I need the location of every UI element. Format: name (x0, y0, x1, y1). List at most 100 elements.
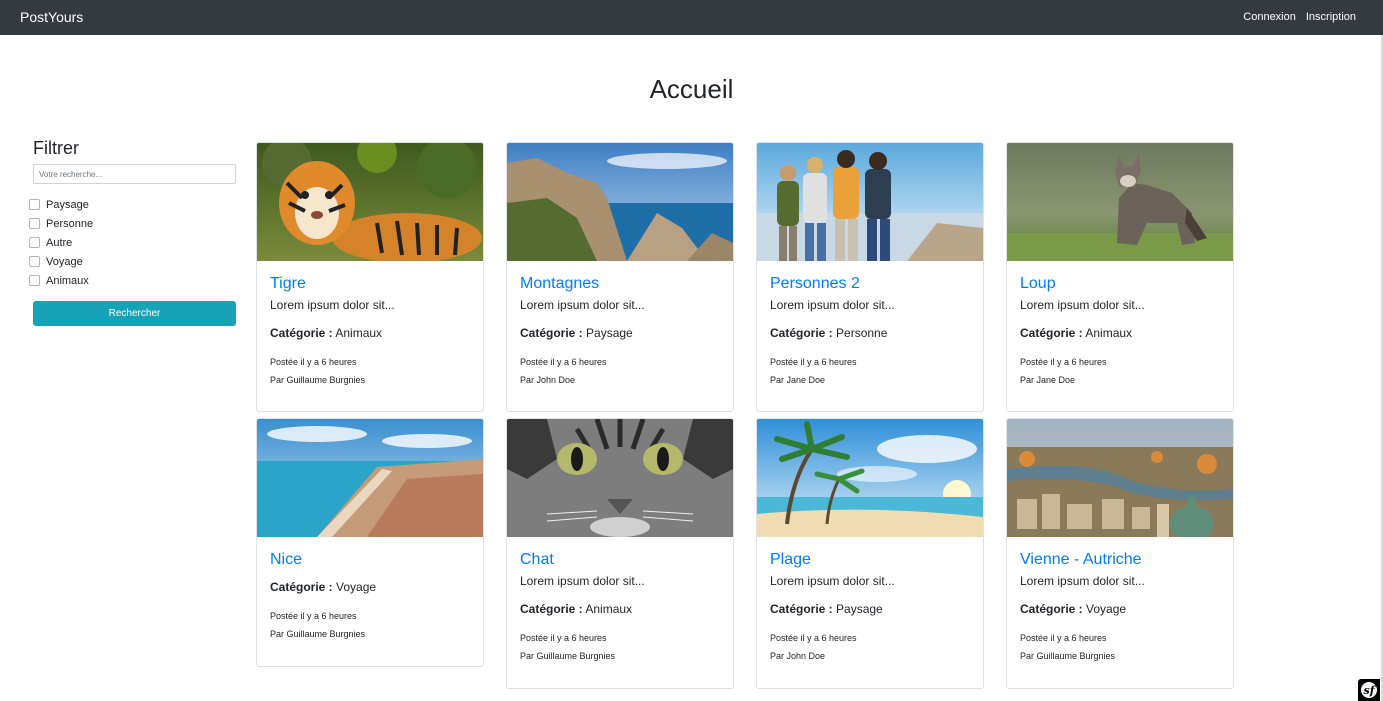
post-title-link[interactable]: Nice (270, 549, 470, 571)
post-date: Postée il y a 6 heures (520, 357, 607, 367)
category-value: Animaux (585, 602, 633, 616)
post-card-plage[interactable]: Plage Lorem ipsum dolor sit... Catégorie… (756, 418, 984, 689)
checkbox-autre[interactable]: Autre (29, 233, 236, 252)
post-card-loup[interactable]: Loup Lorem ipsum dolor sit... Catégorie … (1006, 142, 1234, 412)
post-title-link[interactable]: Vienne - Autriche (1020, 549, 1220, 571)
post-meta: Postée il y a 6 heures Par Guillaume Burg… (1020, 629, 1220, 665)
card-body: Chat Lorem ipsum dolor sit... Catégorie … (507, 537, 733, 665)
post-excerpt: Lorem ipsum dolor sit... (270, 298, 395, 312)
post-excerpt: Lorem ipsum dolor sit... (520, 298, 645, 312)
top-navbar: PostYours Connexion Inscription (0, 0, 1383, 35)
signup-link[interactable]: Inscription (1306, 11, 1356, 23)
search-button[interactable]: Rechercher (33, 301, 236, 326)
post-card-chat[interactable]: Chat Lorem ipsum dolor sit... Catégorie … (506, 418, 734, 689)
post-date: Postée il y a 6 heures (770, 357, 857, 367)
symfony-logo-icon[interactable]: sf (1358, 679, 1380, 701)
category-prefix: Catégorie : (520, 602, 583, 616)
post-date: Postée il y a 6 heures (270, 611, 357, 621)
post-title-link[interactable]: Chat (520, 549, 720, 571)
category-prefix: Catégorie : (520, 326, 583, 340)
post-author: Par John Doe (770, 651, 826, 661)
post-card-tigre[interactable]: Tigre Lorem ipsum dolor sit... Catégorie… (256, 142, 484, 412)
category-prefix: Catégorie : (770, 326, 833, 340)
vienna-city-photo[interactable] (1007, 419, 1233, 537)
card-body: Personnes 2 Lorem ipsum dolor sit... Cat… (757, 261, 983, 389)
symfony-glyph: sf (1361, 682, 1377, 698)
post-meta: Postée il y a 6 heures Par Guillaume Burg… (270, 353, 470, 389)
hikers-photo[interactable] (757, 143, 983, 261)
card-body: Vienne - Autriche Lorem ipsum dolor sit.… (1007, 537, 1233, 665)
post-author: Par Guillaume Burgnies (520, 651, 616, 661)
post-meta: Postée il y a 6 heures Par Guillaume Burg… (270, 607, 470, 643)
category-prefix: Catégorie : (1020, 602, 1083, 616)
post-category: Catégorie : Voyage (270, 580, 470, 596)
post-author: Par Guillaume Burgnies (270, 375, 366, 385)
cat-photo[interactable] (507, 419, 733, 537)
category-value: Voyage (1086, 602, 1127, 616)
page-title: Accueil (649, 74, 734, 104)
checkbox-square[interactable] (29, 256, 40, 267)
post-date: Postée il y a 6 heures (770, 633, 857, 643)
category-prefix: Catégorie : (270, 580, 333, 594)
checkbox-square[interactable] (29, 275, 40, 286)
checkbox-square[interactable] (29, 237, 40, 248)
nav-links: Connexion Inscription (1243, 11, 1356, 23)
card-body: Plage Lorem ipsum dolor sit... Catégorie… (757, 537, 983, 665)
filter-title: Filtrer (33, 138, 79, 158)
post-title-link[interactable]: Plage (770, 549, 970, 571)
category-value: Personne (836, 326, 888, 340)
checkbox-personne[interactable]: Personne (29, 214, 236, 233)
coastal-cliffs-photo[interactable] (507, 143, 733, 261)
checkbox-label: Voyage (46, 255, 83, 268)
post-meta: Postée il y a 6 heures Par Guillaume Burg… (520, 629, 720, 665)
search-input[interactable] (33, 164, 236, 184)
post-title-link[interactable]: Loup (1020, 273, 1220, 295)
checkbox-square[interactable] (29, 218, 40, 229)
checkbox-label: Autre (46, 236, 73, 249)
checkbox-animaux[interactable]: Animaux (29, 271, 236, 290)
post-author: Par Guillaume Burgnies (1020, 651, 1116, 661)
post-excerpt: Lorem ipsum dolor sit... (1020, 574, 1145, 588)
category-prefix: Catégorie : (770, 602, 833, 616)
post-card-nice[interactable]: Nice Catégorie : Voyage Postée il y a 6 … (256, 418, 484, 667)
post-title-link[interactable]: Tigre (270, 273, 470, 295)
checkbox-label: Animaux (46, 274, 89, 287)
tiger-photo[interactable] (257, 143, 483, 261)
login-link[interactable]: Connexion (1243, 11, 1296, 23)
post-meta: Postée il y a 6 heures Par John Doe (520, 353, 720, 389)
post-author: Par Jane Doe (1020, 375, 1076, 385)
checkbox-label: Personne (46, 217, 94, 230)
post-excerpt: Lorem ipsum dolor sit... (770, 574, 895, 588)
checkbox-voyage[interactable]: Voyage (29, 252, 236, 271)
category-value: Animaux (1085, 326, 1133, 340)
post-date: Postée il y a 6 heures (520, 633, 607, 643)
card-body: Nice Catégorie : Voyage Postée il y a 6 … (257, 537, 483, 643)
card-body: Loup Lorem ipsum dolor sit... Catégorie … (1007, 261, 1233, 389)
post-author: Par John Doe (520, 375, 576, 385)
post-card-montagnes[interactable]: Montagnes Lorem ipsum dolor sit... Catég… (506, 142, 734, 412)
category-checkboxes: Paysage Personne Autre Voyage Animaux (29, 195, 236, 290)
post-title-link[interactable]: Montagnes (520, 273, 720, 295)
post-category: Catégorie : Paysage (520, 326, 720, 342)
category-value: Paysage (836, 602, 883, 616)
post-excerpt: Lorem ipsum dolor sit... (1020, 298, 1145, 312)
checkbox-label: Paysage (46, 198, 89, 211)
post-excerpt: Lorem ipsum dolor sit... (770, 298, 895, 312)
category-prefix: Catégorie : (1020, 326, 1083, 340)
post-meta: Postée il y a 6 heures Par Jane Doe (1020, 353, 1220, 389)
checkbox-paysage[interactable]: Paysage (29, 195, 236, 214)
nice-coast-photo[interactable] (257, 419, 483, 537)
checkbox-square[interactable] (29, 199, 40, 210)
post-card-personnes-2[interactable]: Personnes 2 Lorem ipsum dolor sit... Cat… (756, 142, 984, 412)
beach-photo[interactable] (757, 419, 983, 537)
post-category: Catégorie : Animaux (520, 602, 720, 618)
wolf-photo[interactable] (1007, 143, 1233, 261)
brand-link[interactable]: PostYours (20, 9, 83, 25)
card-body: Montagnes Lorem ipsum dolor sit... Catég… (507, 261, 733, 389)
post-meta: Postée il y a 6 heures Par Jane Doe (770, 353, 970, 389)
category-value: Voyage (336, 580, 377, 594)
post-title-link[interactable]: Personnes 2 (770, 273, 970, 295)
post-category: Catégorie : Personne (770, 326, 970, 342)
post-category: Catégorie : Paysage (770, 602, 970, 618)
post-card-vienne-autriche[interactable]: Vienne - Autriche Lorem ipsum dolor sit.… (1006, 418, 1234, 689)
